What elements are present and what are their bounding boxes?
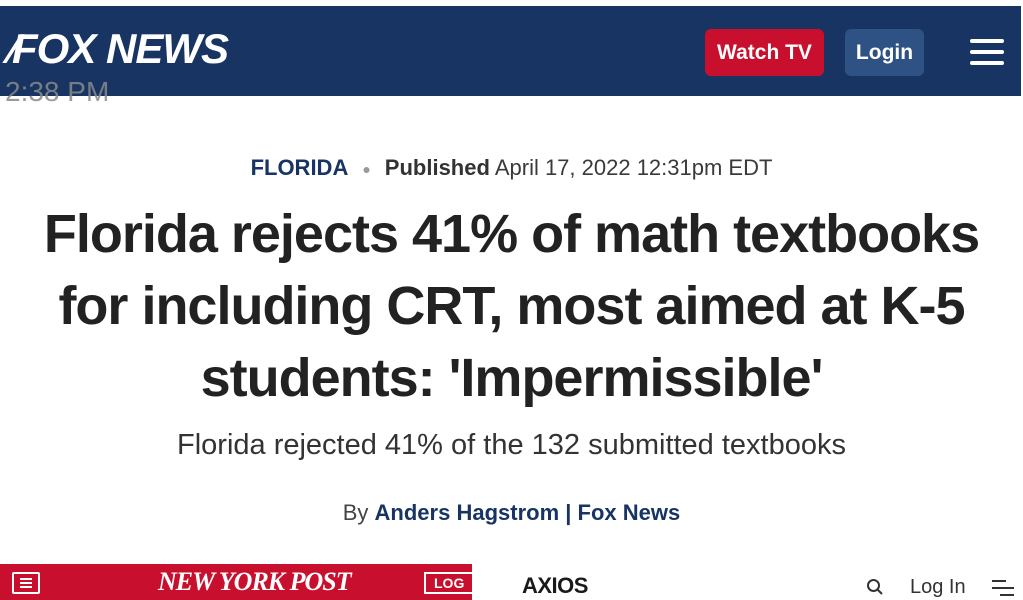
- login-button[interactable]: Login: [845, 29, 924, 76]
- byline-prefix: By: [342, 500, 369, 525]
- meta-dot-separator: ●: [362, 161, 371, 178]
- article-subhead: Florida rejected 41% of the 132 submitte…: [177, 429, 846, 461]
- hamburger-menu-icon[interactable]: [970, 39, 1004, 65]
- byline: By Anders Hagstrom | Fox News: [0, 500, 1023, 526]
- site-header: ⁄FOX NEWS 2:38 PM Watch TV Login: [0, 6, 1021, 106]
- nypost-login-button[interactable]: LOG: [424, 572, 472, 594]
- section-link[interactable]: FLORIDA: [251, 155, 349, 180]
- fox-news-logo[interactable]: ⁄FOX NEWS: [10, 25, 229, 72]
- article-meta: FLORIDA ● Published April 17, 2022 12:31pm…: [0, 155, 1023, 181]
- axios-logo[interactable]: AXIOS: [522, 575, 588, 597]
- status-time: 2:38 PM: [5, 76, 110, 107]
- nypost-header: NEW YORK POST LOG: [0, 564, 472, 600]
- watch-tv-button[interactable]: Watch TV: [705, 29, 824, 76]
- article-headline: Florida rejects 41% of math textbooks fo…: [43, 204, 980, 408]
- author-link[interactable]: Anders Hagstrom: [375, 500, 560, 525]
- outlet-link[interactable]: Fox News: [578, 500, 681, 525]
- search-icon[interactable]: [866, 578, 884, 596]
- nypost-menu-icon[interactable]: [12, 572, 40, 594]
- published-date: April 17, 2022 12:31pm EDT: [494, 155, 773, 180]
- byline-separator: |: [565, 500, 572, 525]
- published-label: Published: [384, 155, 490, 180]
- axios-header: AXIOS Log In: [472, 564, 1023, 600]
- axios-login-link[interactable]: Log In: [910, 577, 966, 597]
- fox-logo-text: FOX NEWS: [12, 25, 229, 72]
- axios-menu-icon[interactable]: [992, 580, 1014, 596]
- nypost-logo[interactable]: NEW YORK POST: [158, 569, 352, 595]
